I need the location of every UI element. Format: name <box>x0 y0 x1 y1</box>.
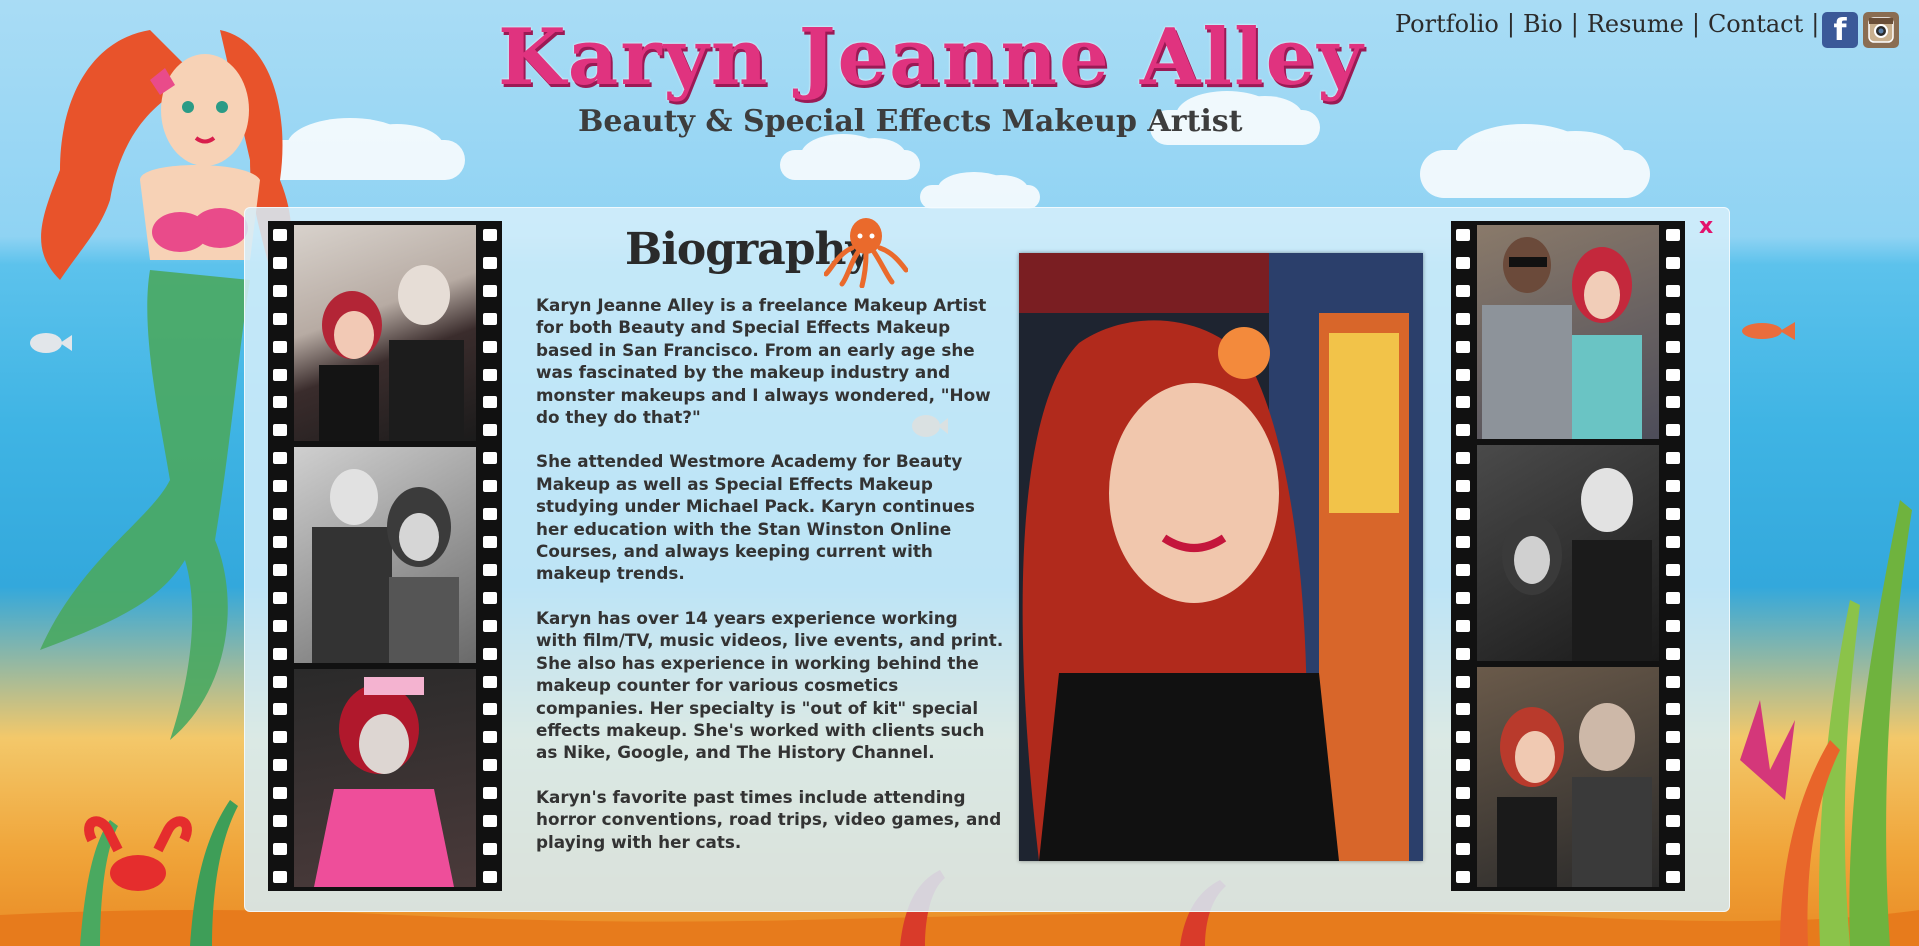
film-sprocket-holes <box>273 229 287 883</box>
bio-paragraph: Karyn Jeanne Alley is a freelance Makeup… <box>536 295 991 428</box>
photo-placeholder <box>319 265 464 441</box>
photo-placeholder <box>1502 468 1652 661</box>
bio-paragraph: Karyn's favorite past times include atte… <box>536 786 1002 852</box>
camera-icon <box>1868 17 1894 43</box>
nav-portfolio-link[interactable]: Portfolio <box>1395 10 1499 38</box>
film-sprocket-holes <box>1456 229 1470 883</box>
bio-paragraph: Karyn has over 14 years experience worki… <box>536 607 1004 763</box>
nav-separator: | <box>1506 10 1515 38</box>
film-photo <box>1477 445 1659 661</box>
film-sprocket-holes <box>1666 229 1680 883</box>
nav-separator: | <box>1570 10 1579 38</box>
film-sprocket-holes <box>483 229 497 883</box>
biography-text: Karyn Jeanne Alley is a freelance Makeup… <box>536 294 1004 875</box>
film-photo <box>294 447 476 663</box>
site-subtitle: Beauty & Special Effects Makeup Artist <box>578 104 1243 139</box>
main-nav: Portfolio | Bio | Resume | Contact | <box>1395 10 1827 38</box>
bio-paragraph: She attended Westmore Academy for Beauty… <box>536 451 975 584</box>
film-photo <box>294 225 476 441</box>
instagram-icon[interactable] <box>1863 12 1899 48</box>
right-film-strip <box>1451 221 1685 891</box>
site-title: Karyn Jeanne Alley <box>498 12 1365 103</box>
photo-placeholder <box>1497 703 1652 887</box>
film-photo <box>294 669 476 887</box>
nav-bio-link[interactable]: Bio <box>1523 10 1563 38</box>
photo-placeholder <box>314 677 454 887</box>
film-photo <box>1477 667 1659 887</box>
left-film-strip <box>268 221 502 891</box>
photo-placeholder <box>1019 253 1423 861</box>
photo-placeholder <box>1482 237 1642 439</box>
nav-separator: | <box>1811 10 1820 38</box>
nav-contact-link[interactable]: Contact <box>1708 10 1803 38</box>
facebook-icon[interactable]: f <box>1822 12 1858 48</box>
nav-resume-link[interactable]: Resume <box>1587 10 1684 38</box>
portrait-photo <box>1019 253 1423 861</box>
photo-placeholder <box>312 469 459 663</box>
octopus-icon <box>824 218 908 288</box>
close-button[interactable]: x <box>1699 214 1713 239</box>
nav-separator: | <box>1691 10 1700 38</box>
film-photo <box>1477 225 1659 439</box>
